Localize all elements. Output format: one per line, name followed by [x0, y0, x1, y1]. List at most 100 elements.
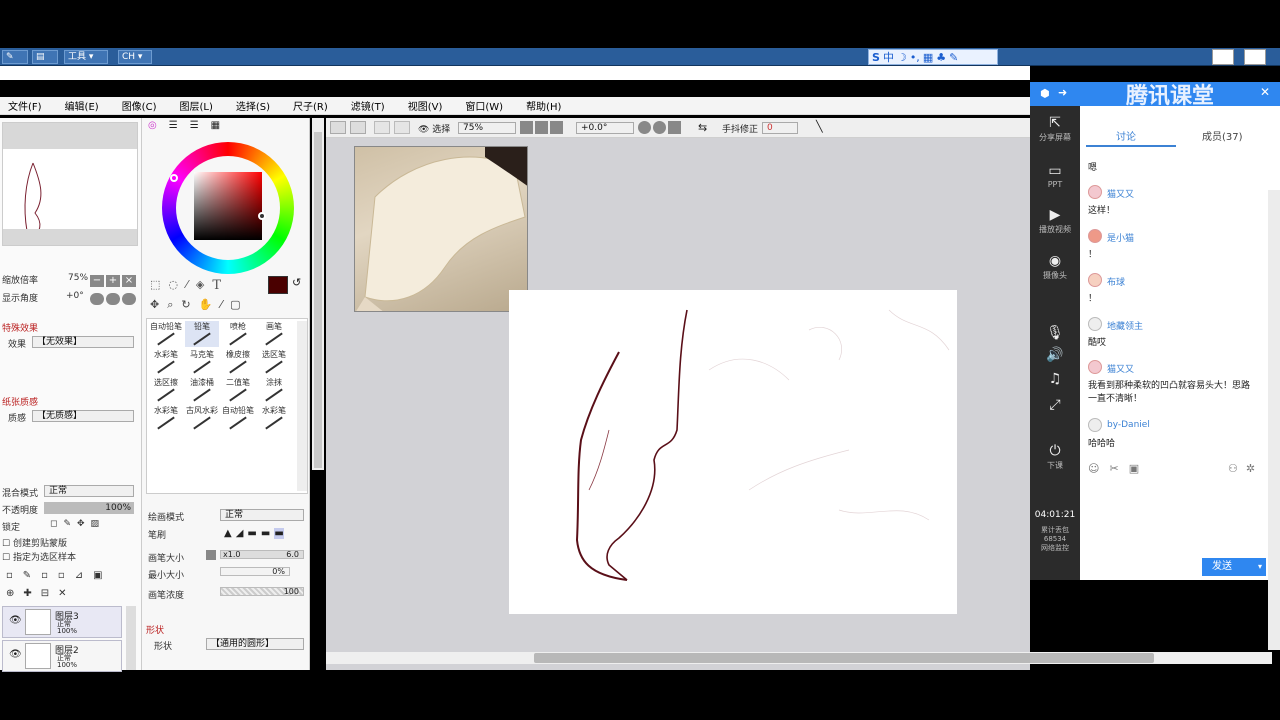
special-effects-header[interactable]: 特殊效果: [2, 321, 38, 334]
pen-icon[interactable]: ✎: [2, 50, 28, 64]
language-menu[interactable]: CH ▾: [118, 50, 152, 64]
menu-item[interactable]: 编辑(E): [65, 98, 99, 113]
rotate-right-button[interactable]: [653, 121, 666, 134]
send-button[interactable]: 发送 ▾: [1202, 558, 1266, 576]
eyedropper-icon[interactable]: ⁄: [220, 298, 222, 312]
chat-scrollbar[interactable]: [1268, 190, 1280, 650]
brush-slot[interactable]: 画笔: [257, 321, 291, 347]
brush-slot[interactable]: 选区笔: [257, 349, 291, 375]
hsv-slider-tab-icon[interactable]: ☰: [190, 120, 199, 134]
edge-option[interactable]: ▬: [261, 528, 270, 539]
chat-username[interactable]: 是小猫: [1107, 231, 1134, 244]
tab-members[interactable]: 成员(37): [1202, 128, 1243, 143]
rgb-slider-tab-icon[interactable]: ☰: [169, 120, 178, 134]
rotate-icon[interactable]: ↻: [181, 298, 190, 312]
opacity-slider[interactable]: 100%: [44, 502, 134, 514]
zoom-reset-button[interactable]: ×: [122, 275, 136, 287]
brush-slot[interactable]: 二值笔: [221, 377, 255, 403]
eye-icon[interactable]: 👁: [9, 615, 22, 626]
settings-icon[interactable]: ✲: [1246, 462, 1255, 475]
mic-icon[interactable]: 🎙: [1030, 324, 1080, 342]
pen-pressure-icon[interactable]: ╲: [816, 120, 823, 133]
keyboard-icon[interactable]: ▦: [923, 51, 933, 64]
shape-icon[interactable]: ◈: [196, 278, 204, 293]
clipboard-icon[interactable]: ▢: [230, 298, 240, 312]
blend-mode-select[interactable]: 正常: [44, 485, 134, 497]
brush-slot[interactable]: 马克笔: [185, 349, 219, 375]
ref-checkbox[interactable]: ☐ 指定为选区样本: [2, 550, 76, 563]
foreground-color-swatch[interactable]: [268, 276, 288, 294]
brush-slot[interactable]: 橡皮擦: [221, 349, 255, 375]
undo-button[interactable]: [330, 121, 346, 134]
zoom-reset-button[interactable]: [550, 121, 563, 134]
chat-username[interactable]: by-Daniel: [1107, 420, 1150, 430]
brush-slot[interactable]: 水彩笔: [149, 349, 183, 375]
edge-option[interactable]: ▲: [224, 528, 232, 539]
drawing-canvas[interactable]: [509, 290, 957, 614]
brush-slot[interactable]: 选区擦: [149, 377, 183, 403]
layer-list-scrollbar[interactable]: [126, 606, 136, 670]
menu-item[interactable]: 文件(F): [8, 98, 42, 113]
image-icon[interactable]: ▣: [1129, 462, 1139, 475]
rotate-left-button[interactable]: [638, 121, 651, 134]
canvas-horizontal-scroll-thumb[interactable]: [534, 653, 1154, 663]
menu-item[interactable]: 尺子(R): [293, 98, 328, 113]
draw-mode-select[interactable]: 正常: [220, 509, 304, 521]
rotate-left-button[interactable]: [90, 293, 104, 305]
navigator-preview[interactable]: [2, 122, 138, 246]
menu-item[interactable]: 窗口(W): [465, 98, 503, 113]
hue-cursor[interactable]: [170, 174, 178, 182]
brush-slot[interactable]: 喷枪: [221, 321, 255, 347]
menu-item[interactable]: 图像(C): [122, 98, 157, 113]
tool-menu[interactable]: 工具 ▾: [64, 50, 108, 64]
layer-actions-row2[interactable]: ⊕✚⊟✕: [6, 588, 76, 599]
lock-icons[interactable]: ◻✎✥▨: [50, 519, 105, 529]
zoom-in-button[interactable]: [535, 121, 548, 134]
size-dropdown-button[interactable]: [206, 550, 216, 560]
edge-option[interactable]: ▬: [247, 528, 256, 539]
tool-panel-scroll-thumb[interactable]: [314, 132, 322, 468]
rotate-right-button[interactable]: [106, 293, 120, 305]
brush-slot-selected[interactable]: 铅笔: [185, 321, 219, 347]
shape-header[interactable]: 形状: [146, 623, 164, 636]
keyboard-icon[interactable]: ▤: [32, 50, 58, 64]
reference-image[interactable]: [354, 146, 528, 312]
brush-slot[interactable]: 自动铅笔: [149, 321, 183, 347]
layer-row[interactable]: 👁 图层3 正常 100%: [2, 606, 122, 638]
brush-slot[interactable]: 水彩笔: [257, 405, 291, 431]
zoom-icon[interactable]: ⌕: [167, 298, 173, 312]
zoom-in-button[interactable]: +: [106, 275, 120, 287]
swatch-tab-icon[interactable]: ▦: [211, 120, 220, 134]
zoom-select[interactable]: 75%: [458, 122, 516, 134]
clip-checkbox[interactable]: ☐ 创建剪贴蒙版: [2, 536, 67, 549]
rotate-reset-button[interactable]: [668, 121, 681, 134]
angle-select[interactable]: +0.0°: [576, 122, 634, 134]
brush-slot[interactable]: 油漆桶: [185, 377, 219, 403]
punct-icon[interactable]: •,: [910, 51, 920, 64]
tab-discuss[interactable]: 讨论: [1116, 128, 1136, 143]
layer-actions-row1[interactable]: ▫✎▫▫⊿▣: [6, 570, 113, 581]
chat-username[interactable]: 猫又又: [1107, 187, 1134, 200]
layer-row[interactable]: 👁 图层2 正常 100%: [2, 640, 122, 672]
tool-panel-scrollbar[interactable]: [312, 118, 324, 470]
skin-icon[interactable]: ♣: [936, 51, 946, 64]
brush-slot[interactable]: 古风水彩: [185, 405, 219, 431]
density-slider[interactable]: 100: [220, 587, 304, 596]
texture-select[interactable]: 【无质感】: [32, 410, 134, 422]
rect-select-icon[interactable]: ⬚: [150, 278, 160, 293]
music-icon[interactable]: ♫: [1030, 370, 1080, 388]
effect-select[interactable]: 【无效果】: [32, 336, 134, 348]
end-class-button[interactable]: ⏻ 下课: [1030, 442, 1080, 471]
magic-wand-icon[interactable]: ⁄: [186, 278, 188, 293]
paper-texture-header[interactable]: 纸张质感: [2, 395, 38, 408]
menu-item[interactable]: 图层(L): [179, 98, 212, 113]
share-screen-button[interactable]: ⇱ 分享屏幕: [1030, 114, 1080, 143]
min-size-slider[interactable]: 0%: [220, 567, 290, 576]
hue-ring[interactable]: [162, 142, 294, 274]
move-icon[interactable]: ✥: [150, 298, 159, 312]
play-video-button[interactable]: ▶ 播放视频: [1030, 206, 1080, 235]
chat-username[interactable]: 地藏领主: [1107, 319, 1143, 332]
redo-button[interactable]: [350, 121, 366, 134]
eye-icon[interactable]: 👁: [9, 649, 22, 660]
fullscreen-icon[interactable]: ⤢: [1030, 396, 1080, 414]
